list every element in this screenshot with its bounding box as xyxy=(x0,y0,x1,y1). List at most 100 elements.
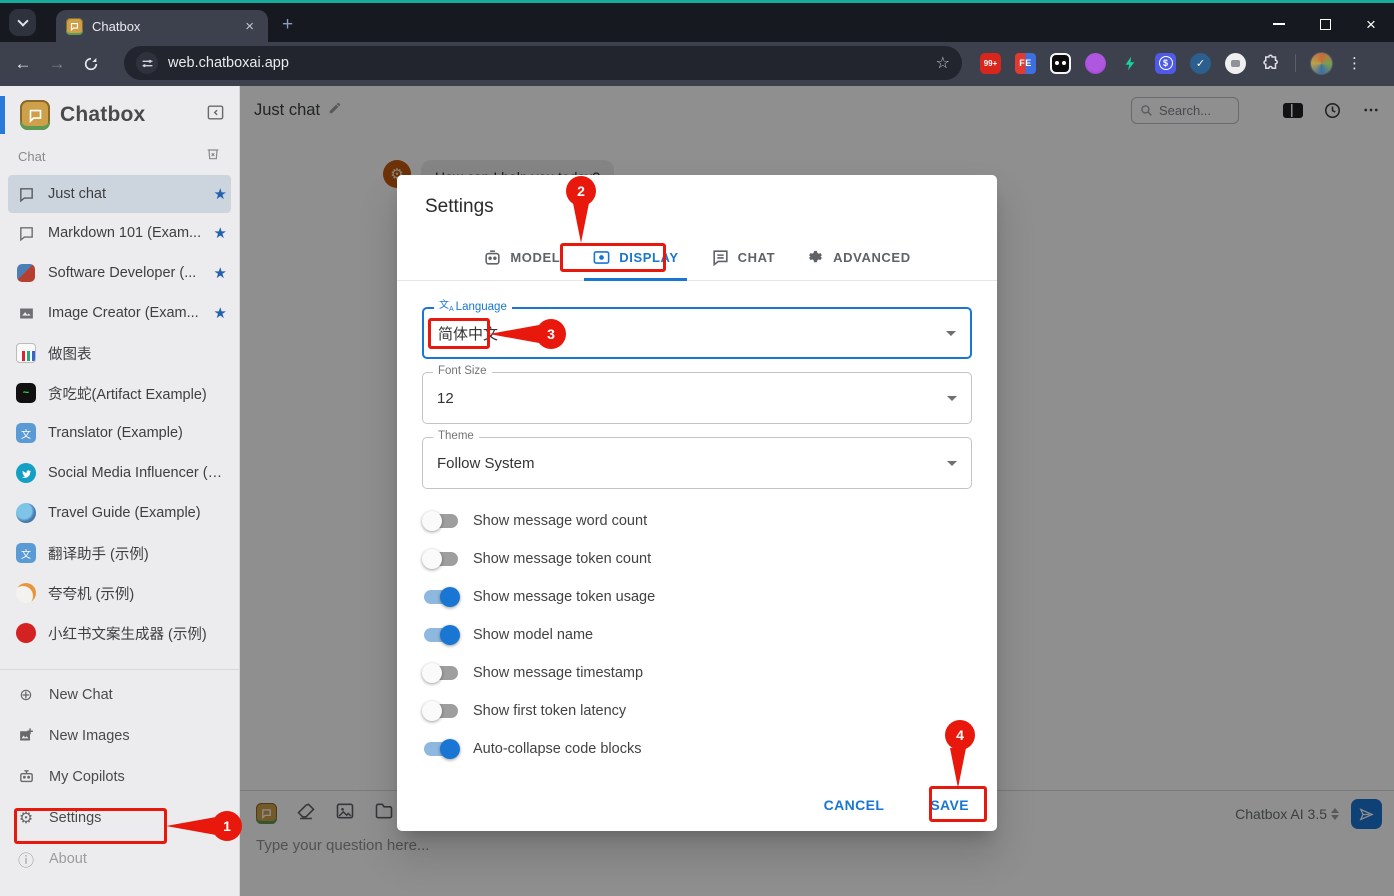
site-info-icon[interactable] xyxy=(136,52,158,74)
sidebar-item-just-chat[interactable]: Just chat ★ xyxy=(8,175,231,213)
chat-icon xyxy=(711,248,730,267)
cancel-button[interactable]: CANCEL xyxy=(816,791,893,819)
snake-game-icon: ~ xyxy=(16,383,36,403)
annotation-box-save xyxy=(929,786,987,822)
bolt-extension-icon[interactable] xyxy=(1120,53,1141,74)
dialog-title: Settings xyxy=(397,175,997,224)
close-button[interactable]: × xyxy=(1348,6,1394,42)
toggle-switch[interactable] xyxy=(422,701,460,721)
tab-search-button[interactable] xyxy=(9,9,36,36)
check-extension-icon[interactable]: ✓ xyxy=(1190,53,1211,74)
sidebar-item-xiaohongshu[interactable]: 小红书文案生成器 (示例) xyxy=(0,613,239,653)
toggle-latency-row: Show first token latency xyxy=(422,692,972,730)
annotation-arrow-3 xyxy=(489,325,539,343)
close-icon: × xyxy=(1366,16,1376,33)
adblock-extension-icon[interactable]: 99+ xyxy=(980,53,1001,74)
sidebar-divider xyxy=(0,669,239,670)
annotation-arrow-1 xyxy=(166,817,216,835)
extensions-puzzle-icon[interactable] xyxy=(1260,53,1281,74)
annotation-box-display-tab xyxy=(560,243,666,272)
new-tab-button[interactable]: + xyxy=(282,15,293,34)
image-icon xyxy=(16,303,36,323)
toggle-switch[interactable] xyxy=(422,663,460,683)
new-chat-button[interactable]: ⊕ New Chat xyxy=(0,674,239,715)
chevron-down-icon xyxy=(17,15,28,26)
star-icon[interactable]: ★ xyxy=(214,185,227,203)
section-label: Chat xyxy=(18,149,205,164)
money-extension-icon[interactable]: $ xyxy=(1155,53,1176,74)
sidebar-item-translator[interactable]: 文 Translator (Example) xyxy=(0,413,239,453)
toggle-word-count-row: Show message word count xyxy=(422,502,972,540)
chat-extension-icon[interactable] xyxy=(1225,53,1246,74)
star-icon[interactable]: ★ xyxy=(214,304,227,322)
toggle-model-name-row: Show model name xyxy=(422,616,972,654)
bookmark-star-icon[interactable]: ☆ xyxy=(936,53,950,73)
tab-model[interactable]: MODEL xyxy=(483,234,560,280)
maximize-button[interactable] xyxy=(1302,6,1348,42)
party-icon xyxy=(16,583,36,603)
tab-chat[interactable]: CHAT xyxy=(711,234,776,280)
annotation-box-language-value xyxy=(428,318,490,349)
clear-chats-icon[interactable] xyxy=(205,146,221,167)
active-app-indicator xyxy=(0,96,5,134)
sidebar-item-image-creator[interactable]: Image Creator (Exam... ★ xyxy=(0,293,239,333)
chat-bubble-icon xyxy=(16,184,36,204)
xiaohongshu-icon xyxy=(16,623,36,643)
browser-tab[interactable]: Chatbox × xyxy=(56,10,268,42)
globe-icon xyxy=(16,503,36,523)
address-bar[interactable]: web.chatboxai.app ☆ xyxy=(124,46,962,80)
chat-section-header: Chat xyxy=(0,140,239,173)
robot-icon xyxy=(16,767,36,787)
app-name: Chatbox xyxy=(60,103,206,127)
sidebar-item-software-developer[interactable]: Software Developer (... ★ xyxy=(0,253,239,293)
back-button[interactable]: ← xyxy=(6,54,40,74)
toggle-switch[interactable] xyxy=(422,587,460,607)
sidebar-item-travel-guide[interactable]: Travel Guide (Example) xyxy=(0,493,239,533)
purple-extension-icon[interactable] xyxy=(1085,53,1106,74)
minimize-button[interactable] xyxy=(1256,6,1302,42)
chevron-down-icon xyxy=(947,461,957,466)
toggle-switch[interactable] xyxy=(422,739,460,759)
minimize-icon xyxy=(1273,23,1285,25)
display-toggles: Show message word count Show message tok… xyxy=(422,502,972,768)
my-copilots-button[interactable]: My Copilots xyxy=(0,756,239,797)
sidebar-item-kuakua[interactable]: 夸夸机 (示例) xyxy=(0,573,239,613)
translate-icon: 文 xyxy=(16,543,36,563)
forward-button[interactable]: → xyxy=(40,54,74,74)
sidebar: Chatbox Chat Just chat ★ M xyxy=(0,86,240,896)
toggle-switch[interactable] xyxy=(422,625,460,645)
toggle-switch[interactable] xyxy=(422,511,460,531)
new-images-button[interactable]: New Images xyxy=(0,715,239,756)
sidebar-item-chart[interactable]: 做图表 xyxy=(0,333,239,373)
theme-select[interactable]: Theme Follow System xyxy=(422,437,972,489)
about-button[interactable]: ⓘ About xyxy=(0,838,239,879)
sidebar-item-translate-helper[interactable]: 文 翻译助手 (示例) xyxy=(0,533,239,573)
toolbar-divider xyxy=(1295,54,1296,72)
browser-menu-icon[interactable]: ⋮ xyxy=(1347,54,1362,72)
font-size-select[interactable]: Font Size 12 xyxy=(422,372,972,424)
collapse-sidebar-icon[interactable] xyxy=(206,103,225,127)
annotation-arrow-2 xyxy=(573,203,589,243)
tab-title: Chatbox xyxy=(92,19,241,34)
font-size-value: 12 xyxy=(437,373,454,423)
profile-avatar[interactable] xyxy=(1310,52,1333,75)
plus-circle-icon: ⊕ xyxy=(16,685,36,705)
annotation-step-2: 2 xyxy=(566,176,596,206)
annotation-arrow-4 xyxy=(950,748,966,788)
sidebar-item-snake[interactable]: ~ 贪吃蛇(Artifact Example) xyxy=(0,373,239,413)
sidebar-item-social-media[interactable]: Social Media Influencer (E... xyxy=(0,453,239,493)
url-text[interactable]: web.chatboxai.app xyxy=(168,55,936,71)
annotation-box-settings xyxy=(14,808,167,844)
tab-favicon xyxy=(66,18,83,35)
tab-advanced[interactable]: ADVANCED xyxy=(807,234,911,280)
image-plus-icon xyxy=(16,726,36,746)
robot-extension-icon[interactable] xyxy=(1050,53,1071,74)
star-icon[interactable]: ★ xyxy=(214,264,227,282)
sidebar-item-markdown[interactable]: Markdown 101 (Exam... ★ xyxy=(0,213,239,253)
star-icon[interactable]: ★ xyxy=(214,224,227,242)
toggle-switch[interactable] xyxy=(422,549,460,569)
tab-close-icon[interactable]: × xyxy=(241,17,258,36)
refresh-button[interactable] xyxy=(74,56,108,72)
fe-extension-icon[interactable]: FE xyxy=(1015,53,1036,74)
settings-dialog: Settings MODEL DISPLAY CHAT ADVANCED xyxy=(397,175,997,831)
